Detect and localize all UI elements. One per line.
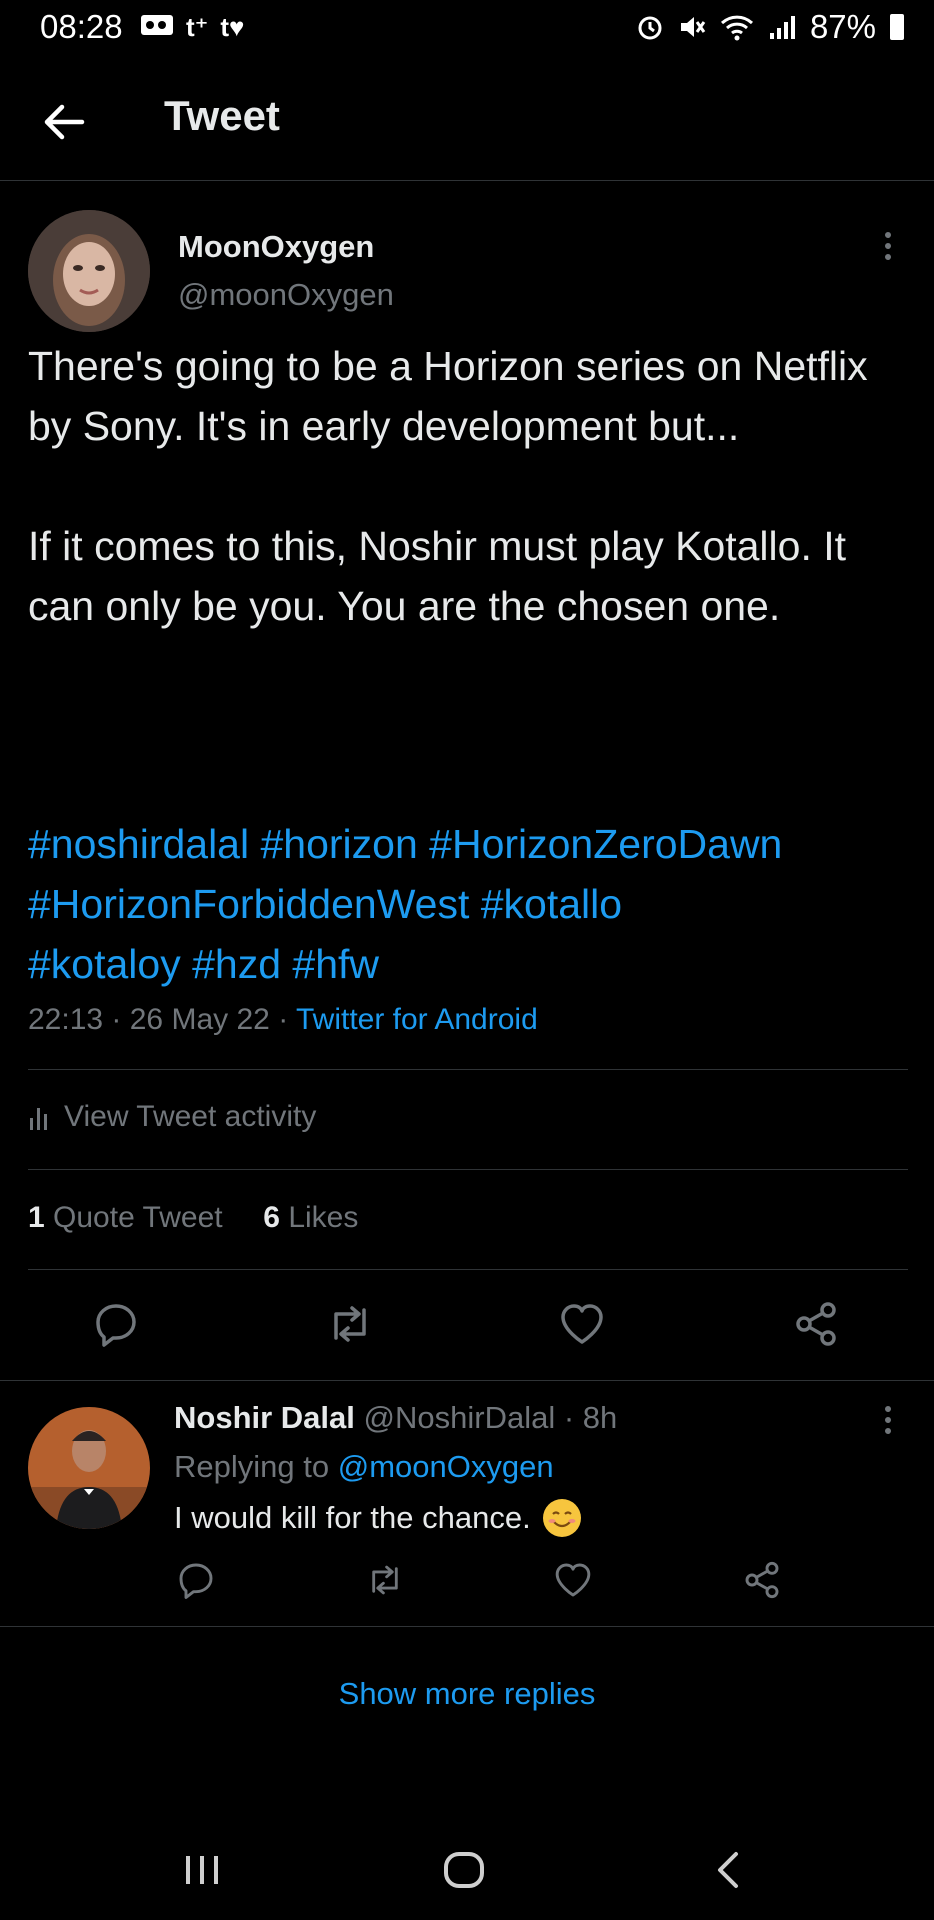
battery-percent: 87% [809,8,876,45]
battery-icon [890,14,904,40]
retweet-icon [372,1565,398,1595]
divider [0,1380,934,1381]
home-icon [444,1852,484,1888]
like-count: 6 [263,1201,280,1234]
reply-reply-button[interactable] [176,1560,216,1600]
reply-button[interactable] [92,1300,140,1348]
quote-count: 1 [28,1201,45,1234]
recents-button[interactable] [182,1850,222,1895]
separator-dot: · [111,1003,130,1036]
divider [28,1169,908,1170]
reply-author-name[interactable]: Noshir Dalal [174,1400,355,1435]
recents-icon [186,1856,218,1884]
comment-icon [179,1563,213,1599]
tweet-hashtags[interactable]: #noshirdalal #horizon #HorizonZeroDawn #… [28,814,918,994]
status-time: 08:28 [40,8,123,45]
voicemail-icon [141,15,173,35]
heart-icon [555,1563,591,1597]
replying-prefix: Replying to [174,1449,330,1484]
share-icon [796,1302,836,1346]
replying-to: Replying to @moonOxygen [174,1449,554,1485]
page-title: Tweet [164,92,280,139]
t-plus-icon: t⁺ [186,12,209,42]
tweet-text: There's going to be a Horizon series on … [28,343,868,629]
reply-text: I would kill for the chance. [174,1500,531,1535]
author-avatar[interactable] [28,210,150,332]
like-button[interactable] [558,1300,606,1348]
retweet-button[interactable] [324,1300,372,1348]
hashtag-line[interactable]: #noshirdalal #horizon #HorizonZeroDawn [28,814,918,874]
tweet-time: 22:13 [28,1003,104,1036]
author-name[interactable]: MoonOxygen [178,229,374,265]
show-more-replies-button[interactable]: Show more replies [0,1676,934,1712]
retweet-icon [334,1306,366,1342]
hashtag-line[interactable]: #HorizonForbiddenWest #kotallo [28,874,918,934]
reply-author-avatar[interactable] [28,1407,150,1529]
divider [28,1069,908,1070]
status-right: 87% [636,8,904,46]
quote-label: Quote Tweet [53,1201,223,1234]
comment-icon [96,1304,136,1347]
back-button[interactable] [38,96,90,148]
reply-age: 8h [582,1400,618,1435]
bar-chart-icon [30,1108,47,1130]
alarm-icon [638,16,662,40]
tweet-date: 26 May 22 [129,1003,270,1036]
reply-author-handle[interactable]: @NoshirDalal [364,1400,556,1435]
likes-link[interactable]: 6 Likes [263,1201,358,1234]
engagement-counts: 1 Quote Tweet 6 Likes [28,1201,358,1235]
tweet-more-button[interactable] [885,232,893,265]
author-handle[interactable]: @moonOxygen [178,277,394,313]
share-button[interactable] [792,1300,840,1348]
reply-retweet-button[interactable] [364,1560,406,1600]
divider [28,1269,908,1270]
status-bar: 08:28 t⁺ t♥ 87% [0,0,934,56]
tweet-source-link[interactable]: Twitter for Android [296,1003,538,1036]
quote-tweets-link[interactable]: 1 Quote Tweet [28,1201,223,1234]
chevron-left-icon [718,1852,738,1888]
reply-like-button[interactable] [553,1560,593,1600]
share-icon [745,1561,779,1599]
wifi-icon [720,15,753,41]
heart-icon [561,1304,603,1344]
replying-handle-link[interactable]: @moonOxygen [338,1449,554,1484]
mute-icon [680,17,706,37]
tweet-actions [0,1300,934,1350]
t-heart-icon: t♥ [220,12,245,42]
arrow-left-icon [44,104,85,140]
reply-actions [0,1560,934,1600]
view-activity-label: View Tweet activity [64,1100,317,1133]
smiling-face-emoji-icon [542,1499,581,1537]
notification-icons: t⁺ t♥ [140,12,245,43]
system-back-button[interactable] [708,1848,748,1897]
separator-dot: · [278,1003,296,1036]
likes-label: Likes [288,1201,359,1234]
tweet-meta: 22:13 · 26 May 22 · Twitter for Android [28,1003,538,1037]
signal-icon [769,16,795,39]
system-nav-bar [0,1830,934,1910]
reply-more-button[interactable] [885,1406,893,1439]
top-app-bar: Tweet [0,80,934,181]
separator-dot: · [563,1400,575,1435]
reply-text-row: I would kill for the chance. [174,1499,581,1537]
view-activity-row[interactable]: View Tweet activity [28,1100,316,1134]
reply-header: Noshir Dalal @NoshirDalal · 8h [174,1400,617,1436]
home-button[interactable] [442,1848,486,1897]
reply-share-button[interactable] [742,1560,782,1600]
hashtag-line[interactable]: #kotaloy #hzd #hfw [28,934,918,994]
divider [0,1626,934,1627]
